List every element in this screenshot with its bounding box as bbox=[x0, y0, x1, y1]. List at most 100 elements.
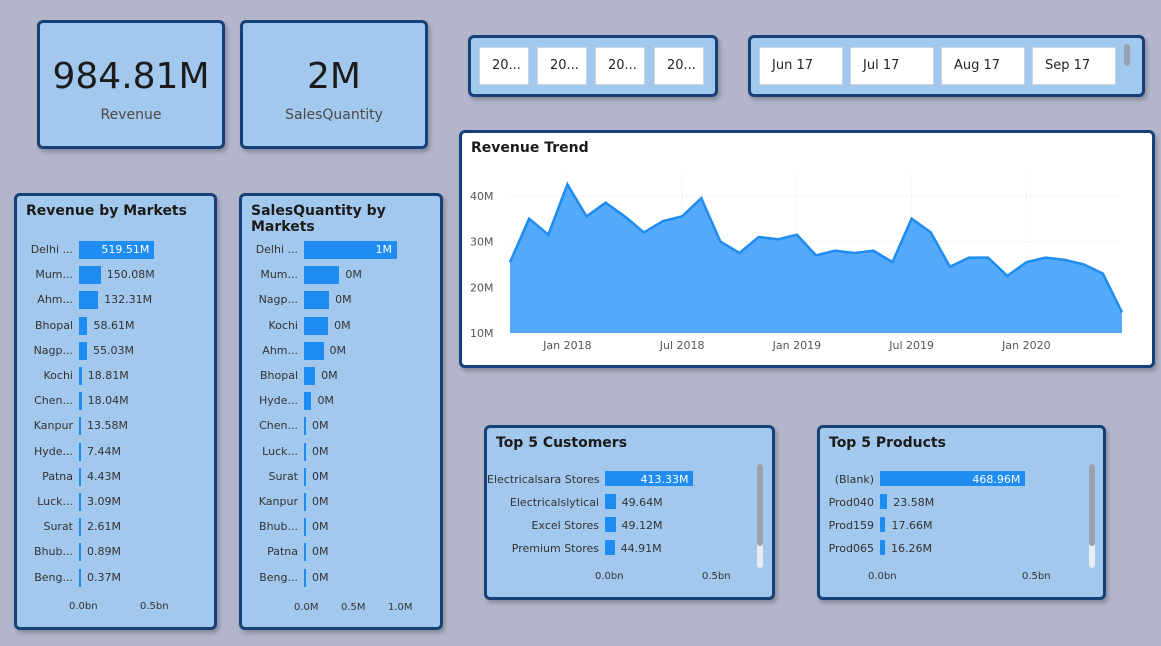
bar-area: Delhi ... 519.51M Mum... 150.08M Ahm... 132.3… bbox=[17, 196, 214, 627]
bar-row[interactable]: Luck... 0M bbox=[242, 442, 440, 462]
bar-row[interactable]: Beng... 0.37M bbox=[17, 568, 214, 588]
bar[interactable] bbox=[79, 316, 88, 335]
month-slicer-item[interactable]: Aug 17 bbox=[941, 47, 1025, 85]
bar[interactable] bbox=[304, 341, 324, 360]
bar-row[interactable]: Kanpur 13.58M bbox=[17, 416, 214, 436]
bar[interactable] bbox=[79, 392, 82, 411]
bar-row[interactable]: (Blank) 468.96M bbox=[820, 470, 1103, 490]
bar[interactable] bbox=[304, 316, 329, 335]
bar[interactable] bbox=[304, 493, 306, 511]
bar[interactable] bbox=[79, 543, 81, 562]
bar[interactable] bbox=[304, 442, 306, 461]
year-slicer-item[interactable]: 20... bbox=[537, 47, 587, 85]
bar-data-label: 0.37M bbox=[87, 570, 121, 584]
salesquantity-kpi-card[interactable]: 2M SalesQuantity bbox=[240, 20, 428, 149]
year-slicer-item[interactable]: 20... bbox=[479, 47, 529, 85]
bar[interactable] bbox=[880, 494, 888, 509]
bar-data-label: 0M bbox=[312, 419, 329, 433]
bar-row[interactable]: Ahm... 0M bbox=[242, 341, 440, 361]
bar-row[interactable]: Hyde... 0M bbox=[242, 391, 440, 411]
bar[interactable] bbox=[79, 518, 81, 537]
scrollbar-track[interactable] bbox=[757, 464, 763, 568]
bar[interactable] bbox=[605, 494, 616, 509]
salesquantity-by-markets-chart[interactable]: SalesQuantity by Markets Delhi ... 1M Mum.… bbox=[239, 193, 443, 630]
bar[interactable] bbox=[79, 493, 81, 511]
bar[interactable] bbox=[79, 266, 101, 285]
bar-category-label: Luck... bbox=[262, 444, 298, 458]
bar-row[interactable]: Electricalsara Stores 413.33M bbox=[487, 470, 772, 490]
revenue-by-markets-chart[interactable]: Revenue by Markets Delhi ... 519.51M Mum..… bbox=[14, 193, 217, 630]
bar-row[interactable]: Chen... 18.04M bbox=[17, 391, 214, 411]
scrollbar-thumb[interactable] bbox=[1089, 464, 1095, 546]
bar-row[interactable]: Mum... 150.08M bbox=[17, 265, 214, 285]
bar[interactable] bbox=[304, 266, 340, 285]
bar-row[interactable]: Premium Stores 44.91M bbox=[487, 539, 772, 559]
bar[interactable] bbox=[880, 540, 886, 555]
bar-row[interactable]: Bhub... 0M bbox=[242, 517, 440, 537]
bar[interactable] bbox=[79, 442, 81, 461]
bar-row[interactable]: Prod040 23.58M bbox=[820, 493, 1103, 513]
bar[interactable] bbox=[304, 367, 316, 385]
month-slicer-scrollbar[interactable] bbox=[1124, 44, 1130, 66]
bar-row[interactable]: Mum... 0M bbox=[242, 265, 440, 285]
bar-row[interactable]: Delhi ... 1M bbox=[242, 240, 440, 260]
bar-row[interactable]: Beng... 0M bbox=[242, 568, 440, 588]
bar[interactable] bbox=[304, 543, 306, 562]
bar[interactable] bbox=[880, 517, 886, 532]
bar-row[interactable]: Prod065 16.26M bbox=[820, 539, 1103, 559]
top-5-products-chart[interactable]: Top 5 Products (Blank) 468.96M Prod040 23.5… bbox=[817, 425, 1106, 600]
bar-row[interactable]: Kochi 18.81M bbox=[17, 366, 214, 386]
bar[interactable] bbox=[79, 341, 87, 360]
bar-row[interactable]: Kochi 0M bbox=[242, 316, 440, 336]
bar-row[interactable]: Hyde... 7.44M bbox=[17, 442, 214, 462]
bar-row[interactable]: Patna 4.43M bbox=[17, 467, 214, 487]
bar-row[interactable]: Prod159 17.66M bbox=[820, 516, 1103, 536]
month-slicer-item[interactable]: Sep 17 bbox=[1032, 47, 1116, 85]
bar[interactable] bbox=[605, 517, 616, 532]
bar[interactable] bbox=[304, 467, 306, 486]
bar-category-label: Mum... bbox=[35, 268, 73, 282]
scrollbar-track[interactable] bbox=[1089, 464, 1095, 568]
bar-row[interactable]: Bhopal 0M bbox=[242, 366, 440, 386]
x-tick: Jan 2018 bbox=[542, 339, 591, 352]
bar[interactable] bbox=[79, 568, 81, 587]
bar[interactable] bbox=[304, 518, 306, 537]
bar-row[interactable]: Patna 0M bbox=[242, 542, 440, 562]
bar-row[interactable]: Luck... 3.09M bbox=[17, 492, 214, 512]
bar-row[interactable]: Chen... 0M bbox=[242, 416, 440, 436]
top-5-customers-chart[interactable]: Top 5 Customers Electricalsara Stores 413… bbox=[484, 425, 775, 600]
scrollbar-thumb[interactable] bbox=[757, 464, 763, 546]
bar-row[interactable]: Ahm... 132.31M bbox=[17, 290, 214, 310]
bar-row[interactable]: Excel Stores 49.12M bbox=[487, 516, 772, 536]
bar-row[interactable]: Kanpur 0M bbox=[242, 492, 440, 512]
bar[interactable] bbox=[79, 291, 99, 310]
revenue-trend-chart[interactable]: Revenue Trend 10M 20M 30M 40M Jan 2018 Jul 20… bbox=[459, 130, 1155, 368]
year-slicer-item[interactable]: 20... bbox=[595, 47, 645, 85]
bar-row[interactable]: Surat 2.61M bbox=[17, 517, 214, 537]
x-tick: 0.5bn bbox=[140, 601, 169, 612]
bar[interactable] bbox=[304, 291, 330, 310]
bar-row[interactable]: Nagp... 0M bbox=[242, 290, 440, 310]
year-slicer-item[interactable]: 20... bbox=[654, 47, 704, 85]
bar[interactable] bbox=[79, 467, 81, 486]
bar-category-label: (Blank) bbox=[834, 473, 874, 486]
bar-area: (Blank) 468.96M Prod040 23.58M Prod159 17.66M… bbox=[820, 428, 1103, 597]
bar[interactable] bbox=[79, 417, 81, 436]
bar-row[interactable]: Bhub... 0.89M bbox=[17, 542, 214, 562]
x-tick: 0.0bn bbox=[868, 571, 897, 582]
month-slicer-item[interactable]: Jul 17 bbox=[850, 47, 934, 85]
bar[interactable] bbox=[304, 392, 312, 411]
revenue-kpi-card[interactable]: 984.81M Revenue bbox=[37, 20, 225, 149]
bar-row[interactable]: Nagp... 55.03M bbox=[17, 341, 214, 361]
bar[interactable] bbox=[304, 568, 306, 587]
month-slicer-item[interactable]: Jun 17 bbox=[759, 47, 843, 85]
bar-row[interactable]: Bhopal 58.61M bbox=[17, 316, 214, 336]
bar[interactable] bbox=[79, 367, 82, 385]
bar-row[interactable]: Surat 0M bbox=[242, 467, 440, 487]
bar[interactable] bbox=[304, 417, 306, 436]
bar-data-label: 519.51M bbox=[101, 243, 150, 256]
bar[interactable] bbox=[605, 540, 615, 555]
bar-row[interactable]: Delhi ... 519.51M bbox=[17, 240, 214, 260]
y-tick: 10M bbox=[470, 327, 494, 340]
bar-row[interactable]: Electricalslytical 49.64M bbox=[487, 493, 772, 513]
